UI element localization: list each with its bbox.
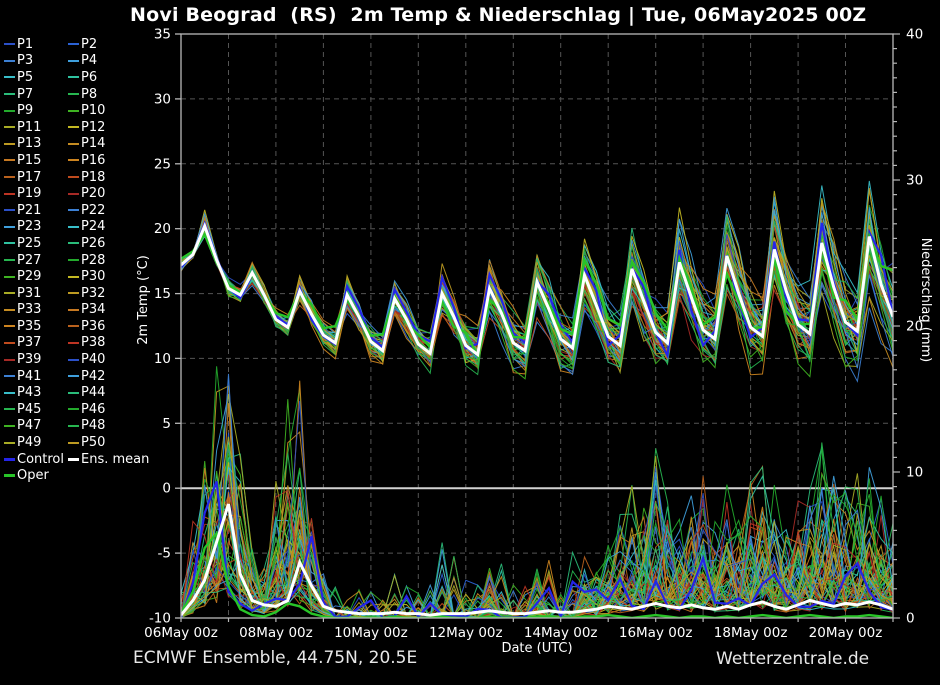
ensemble-meteogram-page: Novi Beograd (RS) 2m Temp & Niederschlag… [0,0,940,685]
x-axis-title: Date (UTC) [501,641,573,656]
date-tick-label: 10May 00z [334,625,408,641]
temp-tick-label: 10 [154,351,171,367]
date-tick-label: 18May 00z [714,625,788,641]
temp-tick-label: 15 [154,286,171,302]
precip-tick-label: 0 [906,611,915,627]
model-caption: ECMWF Ensemble, 44.75N, 20.5E [133,648,418,668]
temp-tick-label: -5 [158,546,171,562]
temp-tick-label: 5 [162,416,171,432]
date-tick-label: 12May 00z [429,625,503,641]
temp-tick-label: 30 [154,91,171,107]
data-lines-group [181,180,893,618]
temp-tick-label: 0 [162,481,171,497]
precip-tick-label: 30 [906,173,923,189]
date-tick-label: 06May 00z [144,625,218,641]
temp-tick-label: 35 [154,27,171,43]
precip-axis-title: Niederschlag (mm) [918,237,933,363]
precip-tick-label: 10 [906,465,923,481]
ensemble-member-temp-line [181,230,893,376]
date-tick-label: 20May 00z [809,625,883,641]
temp-tick-label: 20 [154,221,171,237]
site-caption: Wetterzentrale.de [716,649,870,669]
precip-tick-label: 40 [906,27,923,43]
date-tick-label: 16May 00z [619,625,693,641]
temp-axis-title: 2m Temp (°C) [136,255,151,345]
temp-tick-label: 25 [154,156,171,172]
date-tick-label: 14May 00z [524,625,598,641]
date-tick-label: 08May 00z [239,625,313,641]
